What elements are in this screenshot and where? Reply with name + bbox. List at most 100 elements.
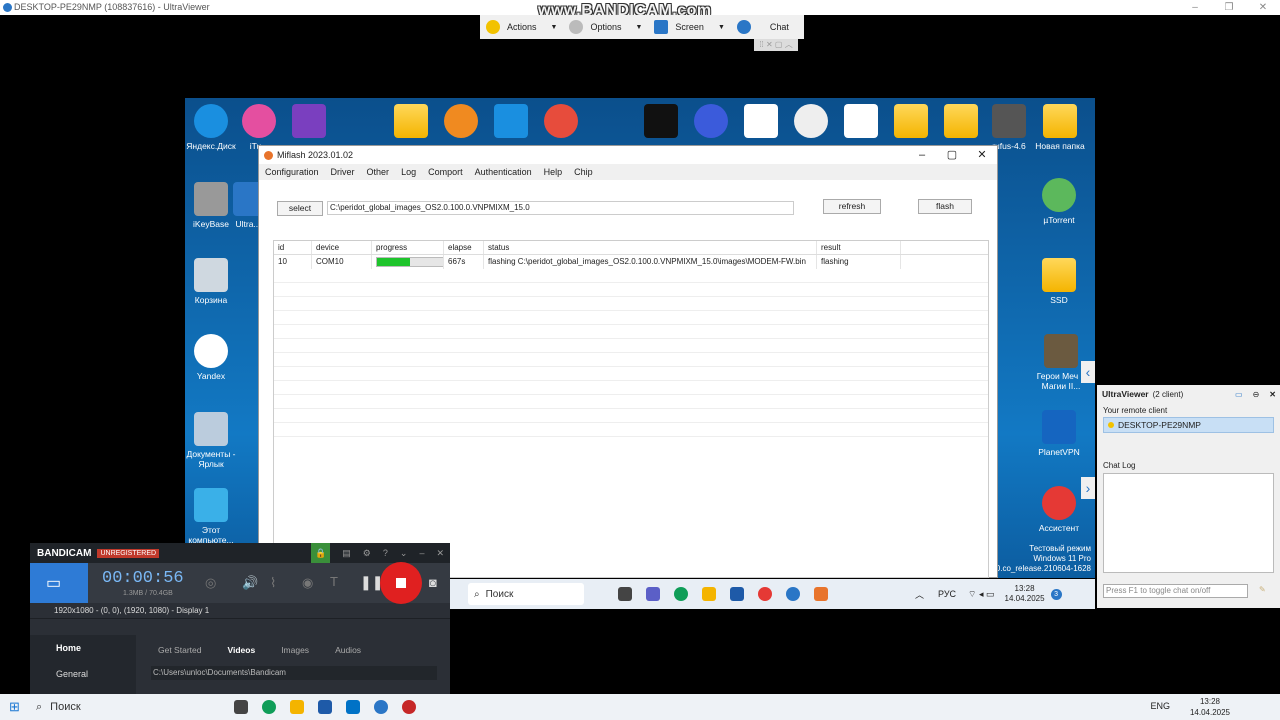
- desktop-icon[interactable]: Yandex: [185, 334, 237, 381]
- menu-other[interactable]: Other: [367, 164, 390, 180]
- refresh-button[interactable]: refresh: [823, 199, 881, 214]
- ultraviewer-icon[interactable]: [786, 587, 800, 601]
- monitor-icon[interactable]: ▭: [1235, 390, 1243, 399]
- menu-driver[interactable]: Driver: [331, 164, 355, 180]
- desktop-icon[interactable]: [635, 104, 687, 141]
- desktop-icon[interactable]: rufus-4.6: [983, 104, 1035, 151]
- desktop-icon[interactable]: µTorrent: [1033, 178, 1085, 225]
- taskbar-clock[interactable]: 13:28 14.04.2025: [1190, 696, 1230, 718]
- desktop-icon[interactable]: [935, 104, 987, 141]
- explorer-icon[interactable]: [290, 700, 304, 714]
- chevron-right-icon[interactable]: ›: [1081, 477, 1095, 499]
- desktop-icon[interactable]: Яндекс.Диск: [185, 104, 237, 151]
- text-icon[interactable]: T: [330, 574, 338, 589]
- taskbar-search[interactable]: ⌕ Поиск: [36, 696, 226, 718]
- remote-clock[interactable]: 13:28 14.04.2025: [1005, 584, 1045, 604]
- desktop-icon[interactable]: [535, 104, 587, 141]
- stop-record-button[interactable]: [380, 562, 422, 604]
- notification-badge[interactable]: 3: [1050, 588, 1062, 600]
- chat-input[interactable]: Press F1 to toggle chat on/off: [1103, 584, 1248, 598]
- desktop-icon[interactable]: [385, 104, 437, 141]
- tab-audios[interactable]: Audios: [335, 645, 361, 655]
- desktop-icon[interactable]: [283, 104, 335, 141]
- minimize-icon[interactable]: –: [907, 146, 937, 164]
- store-icon[interactable]: [730, 587, 744, 601]
- actions-button[interactable]: Actions ▼: [480, 20, 557, 34]
- bandicam-icon[interactable]: [402, 700, 416, 714]
- close-icon[interactable]: ✕: [967, 146, 997, 164]
- menu-authentication[interactable]: Authentication: [475, 164, 532, 180]
- desktop-icon[interactable]: Корзина: [185, 258, 237, 305]
- maximize-icon[interactable]: ▢: [937, 146, 967, 164]
- desktop-icon[interactable]: SSD: [1033, 258, 1085, 305]
- close-icon[interactable]: ✕: [1246, 0, 1280, 15]
- webcam-icon[interactable]: ◎: [205, 575, 216, 591]
- desktop-icon[interactable]: iKeyBase: [185, 182, 237, 229]
- col-device[interactable]: device: [312, 241, 372, 254]
- send-icon[interactable]: ✎: [1259, 585, 1266, 594]
- col-id[interactable]: id: [274, 241, 312, 254]
- screen-button[interactable]: Screen ▼: [648, 20, 725, 34]
- minimize-icon[interactable]: –: [1178, 0, 1212, 15]
- uv-toolbar-mini[interactable]: ⁞⁞ ✕ ▢ ︿: [754, 39, 798, 51]
- desktop-icon[interactable]: [685, 104, 737, 141]
- collapse-icon[interactable]: ⌄: [400, 543, 408, 563]
- taskview-icon[interactable]: [618, 587, 632, 601]
- windows-start-icon[interactable]: ⊞: [9, 699, 20, 715]
- edge-icon[interactable]: [262, 700, 276, 714]
- menu-help[interactable]: Help: [544, 164, 563, 180]
- col-progress[interactable]: progress: [372, 241, 444, 254]
- nav-general[interactable]: General: [30, 661, 136, 687]
- close-icon[interactable]: ✕: [1269, 390, 1276, 399]
- minimize-icon[interactable]: –: [419, 543, 424, 563]
- desktop-icon[interactable]: Ассистент: [1033, 486, 1085, 533]
- desktop-icon[interactable]: Документы - Ярлык: [185, 412, 237, 469]
- remote-lang[interactable]: РУС: [938, 589, 956, 599]
- screen-mode-button[interactable]: ▭: [30, 563, 88, 603]
- help-icon[interactable]: ?: [383, 543, 388, 563]
- lock-icon[interactable]: 🔒: [311, 543, 331, 563]
- camera-icon[interactable]: ◙: [429, 575, 437, 590]
- desktop-icon[interactable]: PlanetVPN: [1033, 410, 1085, 457]
- select-button[interactable]: select: [277, 201, 323, 216]
- nav-home[interactable]: Home: [30, 635, 136, 661]
- desktop-icon[interactable]: [435, 104, 487, 141]
- yandex-icon[interactable]: [758, 587, 772, 601]
- remote-search[interactable]: ⌕ Поиск: [468, 583, 584, 605]
- minimize-icon[interactable]: ⊖: [1253, 390, 1260, 399]
- desktop-icon[interactable]: Этот компьюте...: [185, 488, 237, 545]
- tab-get-started[interactable]: Get Started: [158, 645, 201, 655]
- tab-images[interactable]: Images: [281, 645, 309, 655]
- chevron-left-icon[interactable]: ‹: [1081, 361, 1095, 383]
- ultraviewer-icon[interactable]: [374, 700, 388, 714]
- desktop-icon[interactable]: [885, 104, 937, 141]
- col-result[interactable]: result: [817, 241, 901, 254]
- gear-icon[interactable]: ⚙: [363, 543, 371, 563]
- table-row[interactable]: 10 COM10 667s flashing C:\peridot_global…: [274, 255, 988, 269]
- taskview-icon[interactable]: [234, 700, 248, 714]
- wifi-icon[interactable]: ⌔ ◂ ▭: [968, 589, 994, 600]
- close-icon[interactable]: ✕: [436, 543, 444, 563]
- folder-icon[interactable]: ▤: [342, 543, 351, 563]
- flash-button[interactable]: flash: [918, 199, 972, 214]
- tray-chevron-icon[interactable]: ︿: [915, 588, 924, 601]
- app-icon[interactable]: [646, 587, 660, 601]
- desktop-icon[interactable]: iTu...: [233, 104, 285, 151]
- chat-log[interactable]: [1103, 473, 1274, 573]
- speaker-icon[interactable]: 🔊: [242, 575, 258, 591]
- desktop-icon[interactable]: [835, 104, 887, 141]
- menu-log[interactable]: Log: [401, 164, 416, 180]
- desktop-icon[interactable]: [785, 104, 837, 141]
- store-icon[interactable]: [318, 700, 332, 714]
- menu-comport[interactable]: Comport: [428, 164, 463, 180]
- outlook-icon[interactable]: [346, 700, 360, 714]
- path-input[interactable]: C:\peridot_global_images_OS2.0.100.0.VNP…: [327, 201, 794, 215]
- explorer-icon[interactable]: [702, 587, 716, 601]
- edge-icon[interactable]: [674, 587, 688, 601]
- chat-button[interactable]: Chat: [731, 20, 789, 34]
- tab-videos[interactable]: Videos: [227, 645, 255, 655]
- taskbar-lang[interactable]: ENG: [1150, 701, 1170, 711]
- miflash-icon[interactable]: [814, 587, 828, 601]
- col-elapse[interactable]: elapse: [444, 241, 484, 254]
- output-path[interactable]: C:\Users\unloc\Documents\Bandicam: [151, 666, 437, 680]
